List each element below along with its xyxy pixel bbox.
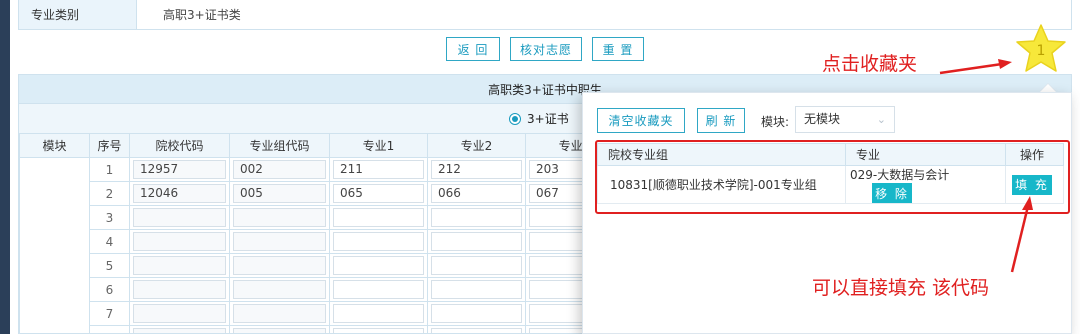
col-major-1: 专业1 [329,133,428,158]
chevron-down-icon: ⌄ [876,113,886,126]
major-2-input[interactable]: 066 [431,184,522,203]
arrow-to-star-icon [939,59,1012,75]
group-code-input[interactable]: 002 [233,160,326,179]
annotation-click-favorites: 点击收藏夹 [822,53,918,75]
table-row: 4 [20,229,624,254]
major-category-value: 高职3+证书类 [163,8,241,22]
group-code-input[interactable] [233,280,326,299]
major-2-input[interactable] [431,328,522,333]
major-1-input[interactable]: 065 [333,184,424,203]
col-major-2: 专业2 [427,133,526,158]
table-row: 3 [20,205,624,230]
major-1-input[interactable] [333,328,424,333]
module-select[interactable]: 无模块 ⌄ [795,106,895,133]
row-seq: 2 [89,181,130,206]
module-filter-label: 模块: [761,115,790,129]
group-code-input[interactable]: 005 [233,184,326,203]
school-code-input[interactable]: 12046 [133,184,226,203]
row-seq: 7 [89,301,130,326]
row-seq: 3 [89,205,130,230]
reset-button[interactable]: 重 置 [592,37,644,61]
school-code-input[interactable] [133,304,226,323]
module-select-value: 无模块 [804,112,841,126]
table-row: 6 [20,277,624,302]
school-code-input[interactable] [133,232,226,251]
major-2-input[interactable] [431,232,522,251]
major-2-input[interactable] [431,304,522,323]
table-row: 8 [20,325,624,333]
col-school-code: 院校代码 [129,133,230,158]
highlight-box [595,140,1070,214]
group-code-input[interactable] [233,232,326,251]
major-1-input[interactable] [333,208,424,227]
row-seq: 1 [89,157,130,182]
table-row: 7 [20,301,624,326]
major-2-input[interactable] [431,256,522,275]
col-seq: 序号 [89,133,130,158]
major-2-input[interactable]: 212 [431,160,522,179]
school-code-input[interactable] [133,208,226,227]
major-category-row: 专业类别 高职3+证书类 [18,0,1072,30]
major-1-input[interactable] [333,280,424,299]
row-seq: 4 [89,229,130,254]
favorites-star-icon[interactable]: 1 [1014,22,1068,76]
panel-pointer [1040,84,1056,92]
group-code-input[interactable] [233,304,326,323]
check-choices-button[interactable]: 核对志愿 [510,37,582,61]
grid-header-row: 模块 序号 院校代码 专业组代码 专业1 专业2 专业3 [19,133,624,158]
major-2-input[interactable] [431,280,522,299]
school-code-input[interactable]: 12957 [133,160,226,179]
choices-grid: 模块 序号 院校代码 专业组代码 专业1 专业2 专业3 1 12957 002… [19,133,624,333]
table-row: 2 12046 005 065 066 067 [20,181,624,206]
row-seq: 5 [89,253,130,278]
annotation-fill-directly: 可以直接填充 该代码 [812,277,990,299]
row-seq: 6 [89,277,130,302]
col-group-code: 专业组代码 [229,133,330,158]
certificate-radio[interactable] [509,113,521,125]
group-code-input[interactable] [233,328,326,333]
col-module: 模块 [19,133,90,158]
table-row: 5 [20,253,624,278]
school-code-input[interactable] [133,280,226,299]
group-code-input[interactable] [233,256,326,275]
major-1-input[interactable] [333,232,424,251]
major-1-input[interactable] [333,304,424,323]
school-code-input[interactable] [133,256,226,275]
major-1-input[interactable]: 211 [333,160,424,179]
school-code-input[interactable] [133,328,226,333]
refresh-button[interactable]: 刷 新 [697,108,745,133]
major-category-label: 专业类别 [19,0,137,29]
star-count: 1 [1037,43,1046,59]
module-cell [19,157,90,333]
row-seq: 8 [89,325,130,333]
arrow-to-fill-icon [1010,196,1033,273]
major-2-input[interactable] [431,208,522,227]
major-1-input[interactable] [333,256,424,275]
clear-favorites-button[interactable]: 清空收藏夹 [597,108,685,133]
left-edge-bar [0,0,10,334]
table-row: 1 12957 002 211 212 203 [19,157,624,333]
group-code-input[interactable] [233,208,326,227]
back-button[interactable]: 返 回 [446,37,500,61]
certificate-radio-label: 3+证书 [527,112,569,126]
